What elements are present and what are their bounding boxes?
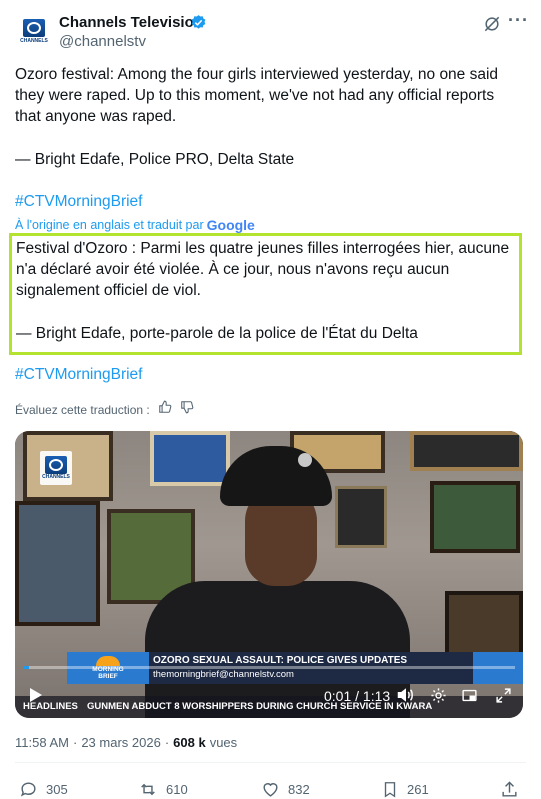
- video-time: 0:01 / 1:13: [324, 688, 391, 704]
- thumbs-down-icon[interactable]: [180, 400, 194, 419]
- play-icon[interactable]: [29, 687, 43, 708]
- meta-separator: ·: [72, 735, 78, 750]
- translation-line-1: Festival d'Ozoro : Parmi les quatre jeun…: [16, 240, 510, 257]
- channel-bug-logo: CHANNELS: [40, 451, 72, 485]
- meta-separator: ·: [164, 735, 170, 750]
- bookmark-icon: [384, 782, 396, 798]
- bookmark-button[interactable]: 261: [381, 780, 429, 799]
- divider: [15, 762, 526, 763]
- banner-subtitle: themorningbrief@channelstv.com: [153, 669, 294, 680]
- wall-frame: [15, 501, 100, 626]
- like-button[interactable]: 832: [261, 780, 310, 799]
- wall-frame: [430, 481, 520, 553]
- tweet-date[interactable]: 23 mars 2026: [81, 735, 161, 750]
- rate-translation-label: Évaluez cette traduction :: [15, 402, 150, 417]
- channels-logo: [23, 18, 45, 37]
- reply-button[interactable]: 305: [19, 780, 68, 799]
- fullscreen-icon[interactable]: [495, 687, 512, 709]
- logo-text: CHANNELS: [20, 37, 48, 44]
- video-progress-track[interactable]: [23, 666, 515, 669]
- banner-title: OZORO SEXUAL ASSAULT: POLICE GIVES UPDAT…: [153, 655, 408, 666]
- view-count: 608 k: [173, 735, 206, 750]
- pip-icon[interactable]: [461, 687, 478, 709]
- views-label: vues: [209, 735, 238, 750]
- settings-gear-icon[interactable]: [430, 687, 447, 709]
- wall-frame: [410, 431, 523, 471]
- reply-icon: [20, 782, 36, 797]
- verified-badge-icon: [190, 14, 207, 31]
- translation-attribution: — Bright Edafe, porte-parole de la polic…: [16, 325, 418, 342]
- tweet-meta: 11:58 AM · 23 mars 2026 · 608 k vues: [15, 735, 237, 750]
- tweet-line-2: they were raped. Up to this moment, we'v…: [15, 87, 495, 104]
- wall-frame: [335, 486, 387, 548]
- reply-count: 305: [46, 782, 68, 797]
- share-icon[interactable]: [500, 780, 519, 799]
- account-handle[interactable]: @channelstv: [59, 33, 146, 50]
- channel-bug-text: CHANNELS: [42, 474, 70, 480]
- video-player[interactable]: CHANNELS MORNING BRIEF OZORO SEXUAL ASSA…: [15, 431, 523, 718]
- repost-icon: [141, 783, 155, 796]
- bookmark-count: 261: [407, 782, 429, 797]
- sun-icon: [96, 656, 120, 666]
- show-logo-line-2: BRIEF: [98, 673, 118, 680]
- translation-line-2: n'a déclaré avoir été violée. À ce jour,…: [16, 261, 450, 278]
- thumbs-up-icon[interactable]: [158, 400, 172, 419]
- translation-hashtag-link[interactable]: #CTVMorningBrief: [15, 366, 143, 384]
- google-logo: Google: [206, 217, 255, 233]
- volume-icon[interactable]: [397, 687, 415, 708]
- translation-line-3: signalement officiel de viol.: [16, 282, 201, 299]
- tweet-line-3: that anyone was raped.: [15, 108, 177, 125]
- repost-count: 610: [166, 782, 188, 797]
- tweet-attribution: — Bright Edafe, Police PRO, Delta State: [15, 151, 295, 168]
- grok-icon[interactable]: [482, 14, 502, 34]
- avatar[interactable]: CHANNELS: [15, 12, 53, 50]
- cap-badge: [298, 453, 312, 467]
- like-count: 832: [288, 782, 310, 797]
- more-options-icon[interactable]: ···: [508, 10, 529, 31]
- heart-icon: [263, 783, 278, 797]
- video-progress-fill: [23, 666, 30, 669]
- account-name[interactable]: Channels Television: [59, 14, 203, 31]
- tweet-time[interactable]: 11:58 AM: [15, 735, 69, 750]
- translation-note: À l'origine en anglais et traduit par: [15, 218, 204, 232]
- wall-frame: [150, 431, 230, 486]
- hashtag-link[interactable]: #CTVMorningBrief: [15, 193, 143, 211]
- repost-button[interactable]: 610: [138, 780, 188, 799]
- tweet-line-1: Ozoro festival: Among the four girls int…: [15, 66, 499, 83]
